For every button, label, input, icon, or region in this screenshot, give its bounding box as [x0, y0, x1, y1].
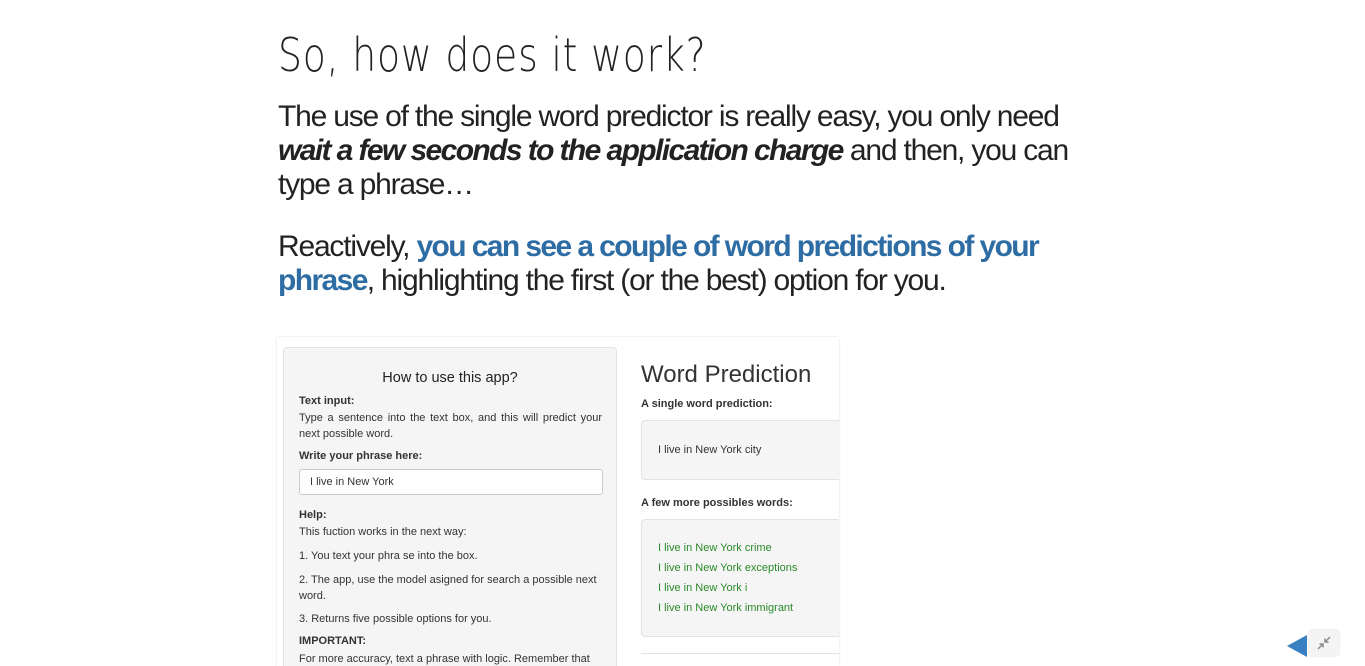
- divider: [641, 653, 839, 654]
- reactive-text-b: , highlighting the first (or the best) o…: [366, 264, 947, 297]
- reactive-text-a: Reactively,: [278, 230, 417, 263]
- slide-navigation: [1287, 630, 1345, 659]
- prediction-item: I live in New York exceptions: [658, 562, 798, 574]
- help-label: Help:: [299, 509, 327, 521]
- single-prediction-label: A single word prediction:: [641, 398, 773, 410]
- sidebar-panel: How to use this app? Text input: Type a …: [283, 347, 617, 666]
- text-input-label: Text input:: [299, 395, 355, 407]
- intro-text-a: The use of the single word predictor is …: [278, 100, 1060, 133]
- single-prediction-well: I live in New York city: [641, 420, 839, 480]
- main-title: Word Prediction: [641, 361, 812, 388]
- collapse-arrows-icon: [1317, 636, 1331, 650]
- prediction-item: I live in New York immigrant: [658, 602, 794, 614]
- phrase-input[interactable]: I live in New York: [299, 469, 603, 495]
- important-label: IMPORTANT:: [299, 635, 367, 647]
- important-text: For more accuracy, text a phrase with lo…: [299, 653, 590, 665]
- help-step-1: 1. You text your phra se into the box.: [299, 550, 478, 562]
- sidebar-heading: How to use this app?: [382, 370, 518, 386]
- help-intro: This fuction works in the next way:: [299, 526, 467, 538]
- help-step-3: 3. Returns five possible options for you…: [299, 613, 492, 625]
- shrink-button[interactable]: [1309, 630, 1339, 656]
- text-input-desc: Type a sentence into the text box, and t…: [299, 412, 602, 440]
- intro-paragraph: The use of the single word predictor is …: [278, 100, 1078, 202]
- more-predictions-label: A few more possibles words:: [641, 497, 793, 509]
- prediction-item: I live in New York i: [658, 582, 748, 594]
- intro-emphasis: wait a few seconds to the application ch…: [278, 134, 844, 167]
- more-predictions-well: I live in New York crime I live in New Y…: [641, 519, 839, 637]
- phrase-label: Write your phrase here:: [299, 450, 423, 462]
- left-triangle-icon[interactable]: [1287, 635, 1307, 657]
- app-screenshot: How to use this app? Text input: Type a …: [277, 337, 839, 666]
- slide-title: So, how does it work?: [278, 28, 707, 82]
- help-step-2: 2. The app, use the model asigned for se…: [299, 574, 597, 602]
- reactive-paragraph: Reactively, you can see a couple of word…: [278, 230, 1078, 298]
- single-prediction-value: I live in New York city: [658, 444, 762, 456]
- prediction-item: I live in New York crime: [658, 542, 772, 554]
